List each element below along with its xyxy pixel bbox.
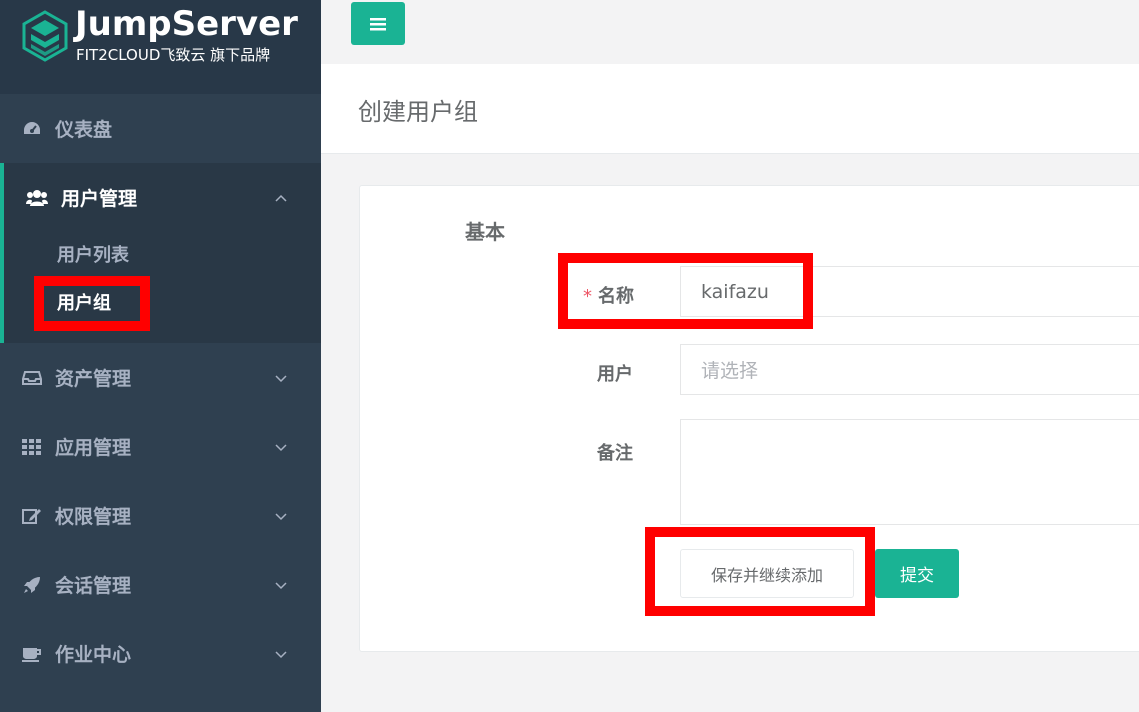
- page-header: 创建用户组: [321, 64, 1139, 154]
- highlight-box-save-button: [645, 527, 875, 616]
- section-title: 基本: [465, 220, 505, 244]
- top-navbar: [321, 0, 1139, 64]
- sidebar-item-label: 应用管理: [55, 437, 132, 459]
- chevron-down-icon: [275, 374, 287, 382]
- dashboard-icon: [22, 119, 42, 139]
- comment-label: 备注: [597, 443, 633, 464]
- sidebar-item-asset-management[interactable]: 资产管理: [0, 343, 321, 412]
- users-select[interactable]: 请选择: [680, 344, 1139, 395]
- sidebar-item-session-management[interactable]: 会话管理: [0, 550, 321, 619]
- sidebar-item-user-management-header[interactable]: 用户管理: [4, 163, 321, 232]
- chevron-down-icon: [275, 512, 287, 520]
- page-title: 创建用户组: [358, 98, 478, 126]
- grid-icon: [22, 437, 42, 457]
- jumpserver-logo-icon: [22, 10, 68, 62]
- chevron-down-icon: [275, 443, 287, 451]
- menu-toggle-button[interactable]: [351, 2, 405, 45]
- edit-icon: [22, 506, 42, 526]
- chevron-down-icon: [275, 650, 287, 658]
- chevron-down-icon: [275, 581, 287, 589]
- brand-subtitle: FIT2CLOUD飞致云 旗下品牌: [76, 46, 271, 64]
- sidebar-item-label: 作业中心: [55, 644, 132, 666]
- sidebar: JumpServer FIT2CLOUD飞致云 旗下品牌 仪表盘 用户管理 用户…: [0, 0, 321, 712]
- brand-title: JumpServer: [75, 4, 298, 44]
- logo-area: JumpServer FIT2CLOUD飞致云 旗下品牌: [0, 0, 321, 94]
- sidebar-subitem-user-list[interactable]: 用户列表: [57, 241, 129, 267]
- users-label: 用户: [597, 364, 633, 385]
- sidebar-item-app-management[interactable]: 应用管理: [0, 412, 321, 481]
- inbox-icon: [22, 368, 42, 388]
- users-icon: [26, 188, 48, 208]
- sidebar-item-label: 权限管理: [55, 506, 132, 528]
- highlight-box-name-field: [558, 253, 813, 329]
- sidebar-item-dashboard[interactable]: 仪表盘: [0, 94, 321, 163]
- comment-textarea[interactable]: [680, 419, 1139, 525]
- coffee-icon: [22, 644, 42, 664]
- hamburger-icon: [370, 17, 386, 30]
- chevron-up-icon: [275, 194, 287, 202]
- sidebar-item-label: 用户管理: [61, 188, 138, 210]
- sidebar-item-job-center[interactable]: 作业中心: [0, 619, 321, 688]
- sidebar-item-permission-management[interactable]: 权限管理: [0, 481, 321, 550]
- sidebar-item-label: 仪表盘: [55, 119, 113, 141]
- submit-button[interactable]: 提交: [875, 549, 959, 598]
- sidebar-item-label: 资产管理: [55, 368, 132, 390]
- rocket-icon: [22, 575, 42, 595]
- highlight-box-user-group: [34, 276, 150, 331]
- sidebar-item-label: 会话管理: [55, 575, 132, 597]
